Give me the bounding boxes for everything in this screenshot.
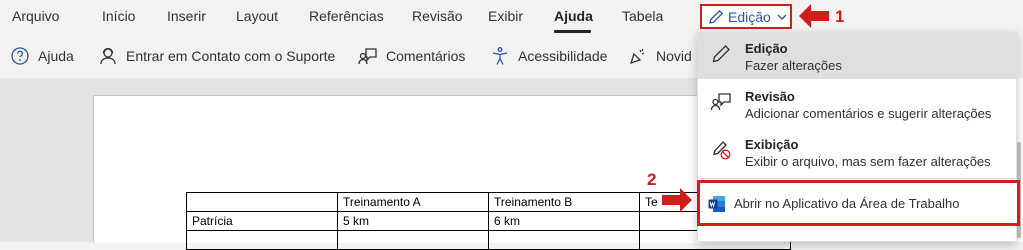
tab-revisao[interactable]: Revisão <box>412 8 463 24</box>
table-cell[interactable]: 6 km <box>488 211 640 231</box>
feedback-label: Comentários <box>386 48 466 64</box>
callout-arrow-1 <box>799 4 829 28</box>
menu-item-title: Exibição <box>745 137 799 152</box>
table-cell[interactable]: Patrícia <box>186 211 338 231</box>
help-button[interactable]: Ajuda <box>10 46 74 66</box>
table-cell[interactable]: Treinamento B <box>488 192 640 212</box>
menu-item-description: Adicionar comentários e sugerir alteraçõ… <box>745 106 992 121</box>
table-cell[interactable] <box>337 230 489 250</box>
open-in-desktop-label: Abrir no Aplicativo da Área de Trabalho <box>734 196 960 211</box>
menu-item-revisao[interactable]: Revisão Adicionar comentários e sugerir … <box>698 81 1018 129</box>
open-in-desktop-app-button[interactable]: Abrir no Aplicativo da Área de Trabalho <box>697 180 1020 226</box>
chevron-down-icon <box>777 14 787 20</box>
menu-item-description: Exibir o arquivo, mas sem fazer alteraçõ… <box>745 154 991 169</box>
menu-item-exibicao[interactable]: Exibição Exibir o arquivo, mas sem fazer… <box>698 129 1018 177</box>
table-cell[interactable] <box>186 230 338 250</box>
table-cell[interactable] <box>488 230 640 250</box>
table-cell[interactable] <box>186 192 338 212</box>
tab-arquivo[interactable]: Arquivo <box>12 8 59 24</box>
accessibility-button[interactable]: Acessibilidade <box>490 46 608 66</box>
menu-divider <box>698 178 1016 179</box>
callout-arrow-2 <box>662 188 692 212</box>
whats-new-button[interactable]: Novid <box>628 46 692 66</box>
tab-ajuda[interactable]: Ajuda <box>554 8 593 24</box>
table-cell[interactable]: 5 km <box>337 211 489 231</box>
active-tab-indicator <box>554 30 591 33</box>
tab-layout[interactable]: Layout <box>236 8 278 24</box>
help-circle-icon <box>11 47 29 65</box>
callout-number-1: 1 <box>835 7 845 26</box>
tab-inicio[interactable]: Início <box>102 8 135 24</box>
menu-item-description: Fazer alterações <box>745 58 842 73</box>
review-icon <box>710 93 731 111</box>
menu-item-title: Edição <box>745 41 788 56</box>
feedback-icon <box>358 48 377 65</box>
editing-mode-button[interactable]: Edição <box>700 4 792 29</box>
table-cell[interactable]: Treinamento A <box>337 192 489 212</box>
contact-support-label: Entrar em Contato com o Suporte <box>126 48 336 64</box>
tab-exibir[interactable]: Exibir <box>488 8 523 24</box>
menu-item-edicao[interactable]: Edição Fazer alterações <box>698 33 1018 79</box>
contact-support-button[interactable]: Entrar em Contato com o Suporte <box>98 46 335 66</box>
view-only-icon <box>713 141 731 160</box>
pencil-icon <box>712 45 730 63</box>
tab-inserir[interactable]: Inserir <box>167 8 206 24</box>
whats-new-icon <box>629 48 645 65</box>
whats-new-label: Novid <box>656 48 692 64</box>
tab-referencias[interactable]: Referências <box>309 8 384 24</box>
ribbon-tab-bar: Arquivo Início Inserir Layout Referência… <box>0 0 1023 34</box>
help-label: Ajuda <box>38 48 74 64</box>
menu-item-title: Revisão <box>745 89 795 104</box>
feedback-button[interactable]: Comentários <box>358 46 465 66</box>
accessibility-icon <box>492 47 508 65</box>
editing-mode-label: Edição <box>728 8 771 25</box>
pencil-icon <box>709 9 724 24</box>
accessibility-label: Acessibilidade <box>518 48 608 64</box>
tab-tabela[interactable]: Tabela <box>622 8 663 24</box>
word-icon <box>708 196 725 212</box>
person-support-icon <box>100 47 116 65</box>
callout-number-2: 2 <box>647 170 657 189</box>
